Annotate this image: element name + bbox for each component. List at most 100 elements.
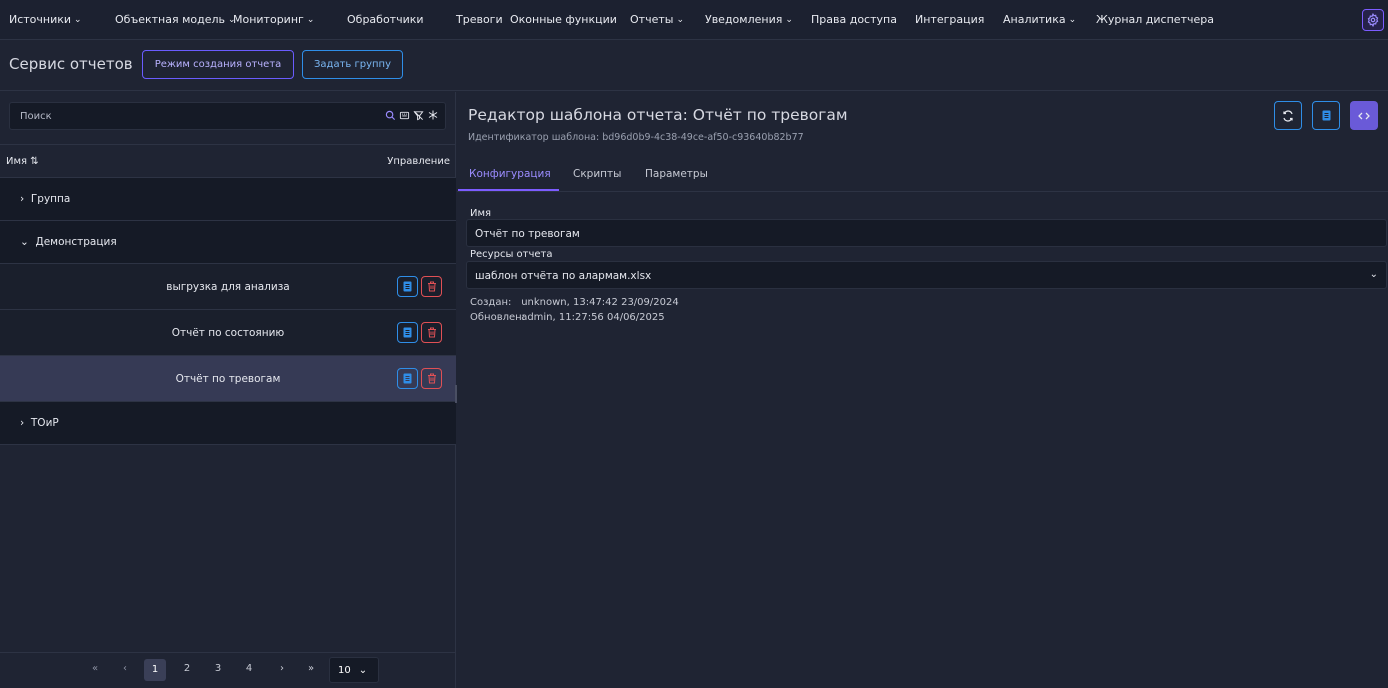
chevron-down-icon: ⌄: [20, 236, 29, 248]
chevron-down-icon: ⌄: [306, 14, 315, 25]
report-row[interactable]: выгрузка для анализа: [0, 264, 456, 310]
updated-info: Обновлен: admin, 11:27:56 04/06/2025: [470, 312, 665, 323]
report-row[interactable]: Отчёт по состоянию: [0, 310, 456, 356]
keyboard-icon[interactable]: [399, 110, 410, 121]
tree-group-label: › ТОиР: [20, 417, 59, 429]
first-page-button[interactable]: «: [86, 663, 104, 674]
refresh-button[interactable]: [1274, 101, 1302, 130]
report-name: Отчёт по состоянию: [171, 327, 285, 339]
page-1-button[interactable]: 1: [144, 659, 166, 681]
nav-label: Права доступа: [811, 13, 897, 26]
nav-label: Уведомления: [705, 13, 783, 26]
next-page-button[interactable]: ›: [273, 663, 291, 674]
report-row-selected[interactable]: Отчёт по тревогам: [0, 356, 456, 402]
delete-report-button[interactable]: [421, 322, 442, 343]
column-name-label: Имя: [6, 156, 28, 167]
document-icon: [403, 373, 412, 384]
nav-dispatcher-log[interactable]: Журнал диспетчера: [1096, 13, 1214, 26]
nav-label: Обработчики: [347, 13, 424, 26]
name-field-label: Имя: [470, 208, 492, 219]
page-size-select[interactable]: 10 ⌄: [329, 657, 379, 683]
filter-off-icon[interactable]: [413, 110, 424, 121]
edit-report-button[interactable]: [397, 276, 418, 297]
report-tree-panel: Поиск Имя ⇅ Управление › Группа ⌄ Демонс…: [0, 92, 456, 688]
created-value: unknown, 13:47:42 23/09/2024: [521, 297, 679, 308]
nav-handlers[interactable]: Обработчики: [347, 13, 424, 26]
create-report-mode-button[interactable]: Режим создания отчета: [142, 50, 294, 79]
nav-notifications[interactable]: Уведомления ⌄: [705, 13, 793, 26]
nav-label: Мониторинг: [233, 13, 304, 26]
name-field-value: Отчёт по тревогам: [475, 228, 580, 240]
edit-report-button[interactable]: [397, 322, 418, 343]
column-name-header[interactable]: Имя ⇅: [6, 156, 39, 167]
trash-icon: [427, 373, 436, 384]
resources-select[interactable]: шаблон отчёта по алармам.xlsx ⌄: [466, 261, 1387, 289]
tree-group-row[interactable]: › ТОиР: [0, 402, 456, 445]
tree-group-label: ⌄ Демонстрация: [20, 236, 117, 248]
refresh-icon: [1283, 109, 1293, 122]
nav-alarms[interactable]: Тревоги: [456, 13, 503, 26]
template-id-value: bd96d0b9-4c38-49ce-af50-c93640b82b77: [602, 132, 804, 143]
nav-reports[interactable]: Отчеты ⌄: [630, 13, 684, 26]
tab-parameters[interactable]: Параметры: [645, 168, 708, 180]
asterisk-icon[interactable]: [427, 109, 439, 121]
table-header: Имя ⇅ Управление: [0, 144, 456, 178]
nav-access-rights[interactable]: Права доступа: [811, 13, 897, 26]
group-name: ТОиР: [30, 417, 59, 429]
document-icon: [403, 281, 412, 292]
nav-label: Журнал диспетчера: [1096, 13, 1214, 26]
active-tab-indicator: [458, 189, 559, 191]
group-name: Демонстрация: [35, 236, 117, 248]
name-field[interactable]: Отчёт по тревогам: [466, 219, 1387, 247]
tab-configuration[interactable]: Конфигурация: [469, 168, 551, 180]
nav-label: Источники: [9, 13, 72, 26]
chevron-down-icon: ⌄: [1369, 269, 1378, 280]
last-page-button[interactable]: »: [302, 663, 320, 674]
tree-group-row[interactable]: ⌄ Демонстрация: [0, 221, 456, 264]
column-control-header: Управление: [387, 156, 450, 167]
edit-report-button[interactable]: [397, 368, 418, 389]
nav-integration[interactable]: Интеграция: [915, 13, 984, 26]
page-size-value: 10: [338, 664, 351, 676]
search-placeholder: Поиск: [20, 111, 52, 122]
chevron-down-icon: ⌄: [358, 664, 368, 676]
nav-object-model[interactable]: Объектная модель ⌄: [115, 13, 236, 26]
delete-report-button[interactable]: [421, 276, 442, 297]
top-navigation: Источники ⌄ Объектная модель ⌄ Мониторинг ⌄…: [0, 0, 1388, 40]
template-editor-panel: Редактор шаблона отчета: Отчёт по тревог…: [457, 92, 1388, 688]
updated-value: admin, 11:27:56 04/06/2025: [521, 312, 665, 323]
editor-tabs: Конфигурация Скрипты Параметры: [457, 162, 1388, 192]
set-group-button[interactable]: Задать группу: [302, 50, 403, 79]
resources-field-label: Ресурсы отчета: [470, 249, 553, 260]
document-button[interactable]: [1312, 101, 1340, 130]
page-4-button[interactable]: 4: [240, 663, 258, 674]
search-icon[interactable]: [385, 110, 396, 121]
prev-page-button[interactable]: ‹: [116, 663, 134, 674]
template-id: Идентификатор шаблона: bd96d0b9-4c38-49c…: [468, 132, 804, 143]
trash-icon: [427, 281, 436, 292]
page-header: Сервис отчетов Режим создания отчета Зад…: [0, 40, 1388, 91]
nav-sources[interactable]: Источники ⌄: [9, 13, 82, 26]
nav-window-functions[interactable]: Оконные функции: [510, 13, 617, 26]
settings-button[interactable]: [1362, 9, 1384, 31]
pagination: « ‹ 1 2 3 4 › » 10 ⌄: [0, 652, 456, 688]
nav-monitoring[interactable]: Мониторинг ⌄: [233, 13, 314, 26]
chevron-down-icon: ⌄: [74, 14, 82, 25]
chevron-down-icon: ⌄: [676, 14, 684, 25]
search-input[interactable]: Поиск: [9, 102, 446, 130]
chevron-right-icon: ›: [20, 417, 25, 429]
tab-scripts[interactable]: Скрипты: [573, 168, 621, 180]
chevron-down-icon: ⌄: [785, 14, 793, 25]
gear-icon: [1367, 13, 1379, 27]
nav-label: Тревоги: [456, 13, 503, 26]
page-3-button[interactable]: 3: [209, 663, 227, 674]
sort-icon[interactable]: ⇅: [30, 156, 38, 167]
report-name: Отчёт по тревогам: [175, 373, 281, 385]
nav-label: Аналитика: [1003, 13, 1066, 26]
page-2-button[interactable]: 2: [178, 663, 196, 674]
nav-analytics[interactable]: Аналитика ⌄: [1003, 13, 1076, 26]
tree-group-row[interactable]: › Группа: [0, 178, 456, 221]
delete-report-button[interactable]: [421, 368, 442, 389]
code-view-button[interactable]: [1350, 101, 1378, 130]
group-name: Группа: [30, 193, 71, 205]
